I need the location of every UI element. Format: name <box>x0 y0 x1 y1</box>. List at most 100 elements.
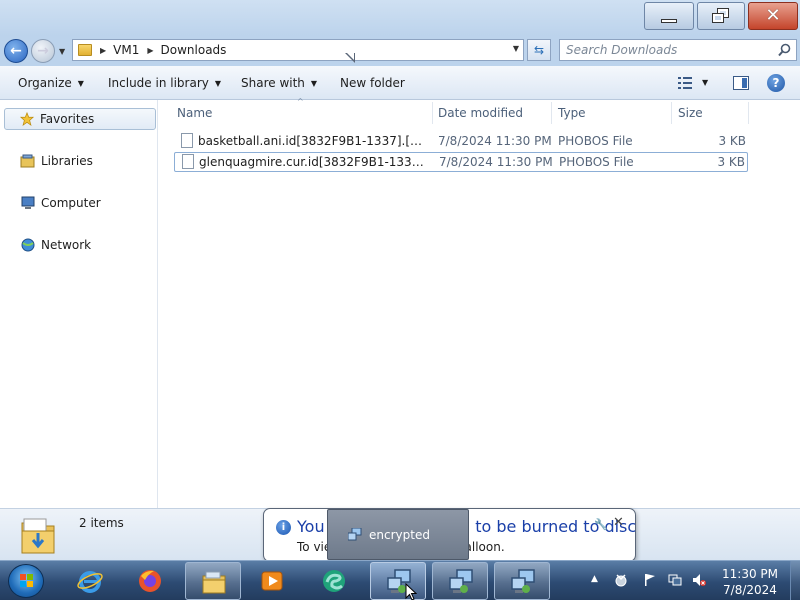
file-date: 7/8/2024 11:30 PM <box>439 155 553 169</box>
network-app-icon <box>449 569 473 593</box>
restore-icon <box>712 8 730 23</box>
column-header-date-modified[interactable]: Date modified <box>438 106 523 120</box>
item-count: 2 items <box>79 516 124 530</box>
file-row[interactable]: glenquagmire.cur.id[3832F9B1-1337].[phob… <box>174 152 748 172</box>
minimize-icon <box>661 19 677 23</box>
taskbar-media-player[interactable] <box>244 562 300 600</box>
clock-date: 7/8/2024 <box>723 583 777 597</box>
mouse-cursor-icon <box>405 583 417 600</box>
dropdown-arrow-icon: ▼ <box>214 79 222 88</box>
sidebar-item-label: Libraries <box>41 154 93 168</box>
edge-icon <box>323 570 345 592</box>
include-in-library-label: Include in library <box>108 76 209 90</box>
taskbar-windows-explorer[interactable] <box>185 562 241 600</box>
column-header-type[interactable]: Type <box>558 106 586 120</box>
taskbar-network-app-2[interactable] <box>432 562 488 600</box>
firefox-icon <box>139 570 161 592</box>
clock-time: 11:30 PM <box>722 567 778 581</box>
computer-icon <box>21 196 35 209</box>
sort-indicator-icon: ^ <box>297 97 304 106</box>
arrow-right-icon: → <box>37 43 49 59</box>
include-in-library-button[interactable]: Include in library ▼ <box>108 76 221 90</box>
network-tray-icon[interactable] <box>668 573 682 587</box>
file-icon <box>181 133 193 148</box>
network-app-icon <box>348 528 362 541</box>
share-with-button[interactable]: Share with ▼ <box>241 76 317 90</box>
folder-icon <box>78 44 92 56</box>
folder-download-icon <box>21 518 55 554</box>
search-placeholder: Search Downloads <box>566 43 678 57</box>
star-icon <box>19 112 35 126</box>
volume-muted-icon[interactable] <box>692 573 706 587</box>
chevron-right-icon[interactable]: ▶ <box>147 46 153 55</box>
windows-explorer-icon <box>202 571 226 594</box>
action-center-flag-icon[interactable] <box>643 573 657 587</box>
column-header-row: ^ Name Date modified Type Size <box>159 97 800 126</box>
show-desktop-button[interactable] <box>790 561 800 600</box>
forward-button[interactable]: → <box>31 39 55 63</box>
tooltip-label: encrypted <box>369 528 430 542</box>
network-icon <box>21 238 35 252</box>
minimize-button[interactable] <box>644 2 694 30</box>
preview-pane-icon[interactable] <box>733 76 749 90</box>
close-button[interactable]: ✕ <box>748 2 798 30</box>
breadcrumb-downloads[interactable]: Downloads <box>161 43 227 57</box>
column-header-name[interactable]: Name <box>177 106 212 120</box>
view-options-dropdown-icon[interactable]: ▼ <box>702 78 708 87</box>
help-icon[interactable]: ? <box>767 74 785 92</box>
balloon-close-button[interactable]: ✕ <box>613 515 624 530</box>
file-name: basketball.ani.id[3832F9B1-1337].[phobos… <box>198 134 424 148</box>
breadcrumb-vm1[interactable]: VM1 <box>113 43 139 57</box>
column-divider[interactable] <box>748 102 749 124</box>
share-with-label: Share with <box>241 76 305 90</box>
search-input[interactable]: Search Downloads <box>559 39 797 61</box>
address-bar[interactable]: ▶ VM1 ▶ Downloads ▼ <box>72 39 524 61</box>
organize-label: Organize <box>18 76 72 90</box>
column-divider[interactable] <box>671 102 672 124</box>
sidebar-item-libraries[interactable]: Libraries <box>4 150 156 172</box>
search-icon[interactable] <box>778 43 791 57</box>
taskbar-internet-explorer[interactable] <box>62 562 118 600</box>
libraries-icon <box>20 154 35 168</box>
windows-logo-icon <box>20 574 33 587</box>
back-button[interactable]: ← <box>4 39 28 63</box>
taskbar-tooltip[interactable]: encrypted <box>327 509 469 560</box>
close-icon: ✕ <box>765 5 781 26</box>
file-size: 3 KB <box>717 155 745 169</box>
sidebar-item-label: Network <box>41 238 92 252</box>
address-dropdown-icon[interactable]: ▼ <box>513 44 519 53</box>
column-divider[interactable] <box>432 102 433 124</box>
sidebar-item-label: Favorites <box>40 112 95 126</box>
organize-button[interactable]: Organize ▼ <box>18 76 84 90</box>
column-divider[interactable] <box>551 102 552 124</box>
taskbar: ▲ 11:30 PM 7/8/2024 <box>0 560 800 600</box>
taskbar-network-app-3[interactable] <box>494 562 550 600</box>
taskbar-firefox[interactable] <box>122 562 178 600</box>
recent-pages-dropdown[interactable]: ▼ <box>59 47 65 56</box>
new-folder-button[interactable]: New folder <box>340 76 405 90</box>
chevron-right-icon[interactable]: ▶ <box>100 46 106 55</box>
refresh-button[interactable]: ⇆ <box>527 39 551 61</box>
balloon-tail-inner <box>346 52 354 60</box>
file-type: PHOBOS File <box>558 134 633 148</box>
command-bar: Organize ▼ Include in library ▼ Share with… <box>0 66 800 100</box>
wrench-icon[interactable]: 🔧 <box>594 518 608 531</box>
sidebar-item-favorites[interactable]: Favorites <box>4 108 156 130</box>
column-header-size[interactable]: Size <box>678 106 703 120</box>
network-app-icon <box>511 569 535 593</box>
file-name: glenquagmire.cur.id[3832F9B1-1337].[phob… <box>199 155 425 169</box>
file-row[interactable]: basketball.ani.id[3832F9B1-1337].[phobos… <box>174 132 748 152</box>
burn-disc-tray-icon[interactable] <box>614 573 628 587</box>
system-clock[interactable]: 11:30 PM 7/8/2024 <box>716 566 784 598</box>
media-player-icon <box>261 571 283 591</box>
dropdown-arrow-icon: ▼ <box>310 79 318 88</box>
sidebar-item-computer[interactable]: Computer <box>4 192 156 214</box>
change-view-icon[interactable] <box>678 77 692 89</box>
restore-button[interactable] <box>697 2 745 30</box>
taskbar-edge[interactable] <box>306 562 362 600</box>
dropdown-arrow-icon: ▼ <box>77 79 84 88</box>
sidebar-item-network[interactable]: Network <box>4 234 156 256</box>
taskbar-network-app-1[interactable] <box>370 562 426 600</box>
show-hidden-icons-button[interactable]: ▲ <box>591 574 598 584</box>
start-button[interactable] <box>8 564 44 598</box>
